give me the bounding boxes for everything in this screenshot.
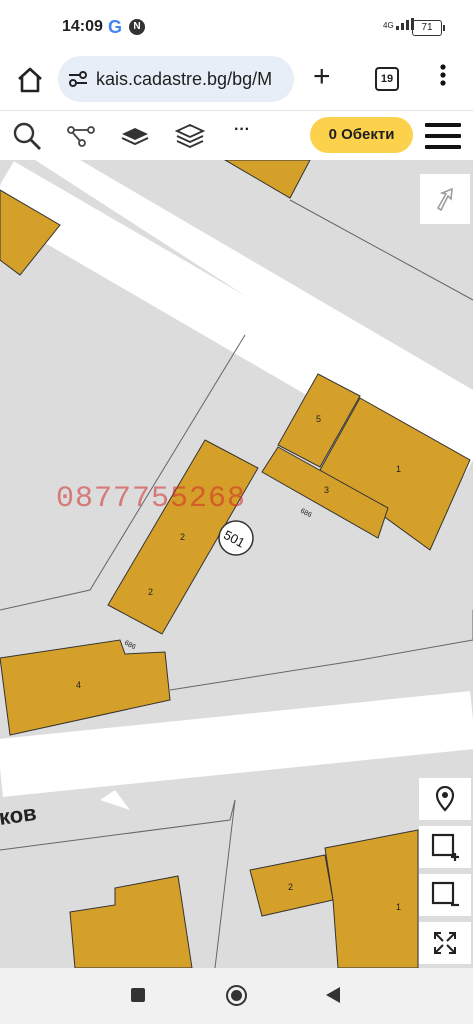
zoom-out-button[interactable] [419, 874, 471, 916]
battery-icon: 71 [412, 20, 445, 36]
locate-button[interactable] [419, 778, 471, 820]
site-settings-icon[interactable] [68, 70, 88, 93]
status-time: 14:09 [62, 18, 103, 35]
search-button[interactable] [12, 121, 42, 151]
map-toolbar: ··· 0 Обекти [0, 110, 473, 161]
building-label: 1 [396, 464, 401, 474]
route-button[interactable] [66, 121, 96, 151]
url-text: kais.cadastre.bg/bg/M [96, 69, 273, 89]
layers-icon [174, 124, 206, 148]
route-icon [67, 126, 95, 147]
north-arrow-icon [437, 187, 453, 212]
browser-bar: kais.cadastre.bg/bg/M + 19 [0, 54, 473, 110]
zoom-out-icon [431, 881, 459, 907]
home-button[interactable] [14, 64, 46, 96]
tab-switcher-button[interactable]: 19 [375, 67, 399, 91]
building-label: 2 [288, 882, 293, 892]
main-menu-button[interactable] [425, 123, 461, 149]
layers-filled-icon [121, 128, 149, 146]
home-icon [18, 67, 42, 93]
fullscreen-icon [434, 932, 456, 954]
search-icon [13, 122, 41, 150]
building-label: 1 [396, 902, 401, 912]
cadastral-map[interactable]: 5 1 3 2 2 4 2 1 686 686 501 ков 08777552… [0, 160, 473, 968]
building-label: 4 [76, 680, 81, 690]
building-label: 2 [148, 587, 153, 597]
map-pin-icon [435, 786, 455, 812]
building-label: 5 [316, 414, 321, 424]
street-name: ков [0, 800, 38, 830]
phone-watermark: 0877755268 [56, 482, 247, 516]
new-tab-button[interactable]: + [313, 62, 331, 92]
fullscreen-button[interactable] [419, 922, 471, 964]
status-bar: 14:09 G N 4G 71 [0, 0, 473, 54]
notification-icon: N [129, 19, 145, 35]
browser-menu-button[interactable] [438, 64, 448, 86]
back-button[interactable] [326, 987, 340, 1003]
signal-icon: 4G [383, 18, 416, 30]
more-vert-icon [440, 64, 446, 86]
base-layers-button[interactable] [120, 121, 150, 151]
building-label: 3 [324, 485, 329, 495]
recent-apps-button[interactable] [131, 988, 145, 1002]
more-tools-button[interactable]: ··· [234, 121, 250, 139]
objects-button[interactable]: 0 Обекти [310, 117, 413, 153]
reset-rotation-button[interactable] [420, 174, 470, 224]
zoom-in-icon [431, 833, 459, 861]
zoom-in-button[interactable] [419, 826, 471, 868]
google-icon: G [108, 17, 123, 37]
system-home-button[interactable] [226, 985, 247, 1006]
map-canvas[interactable]: 5 1 3 2 2 4 2 1 686 686 501 ков [0, 160, 473, 968]
building-label: 2 [180, 532, 185, 542]
address-bar[interactable]: kais.cadastre.bg/bg/M [58, 56, 294, 102]
network-type: 4G [383, 21, 394, 30]
parcel-number-marker[interactable]: 501 [218, 520, 254, 556]
system-nav-bar [0, 968, 473, 1024]
layers-button[interactable] [174, 121, 206, 151]
